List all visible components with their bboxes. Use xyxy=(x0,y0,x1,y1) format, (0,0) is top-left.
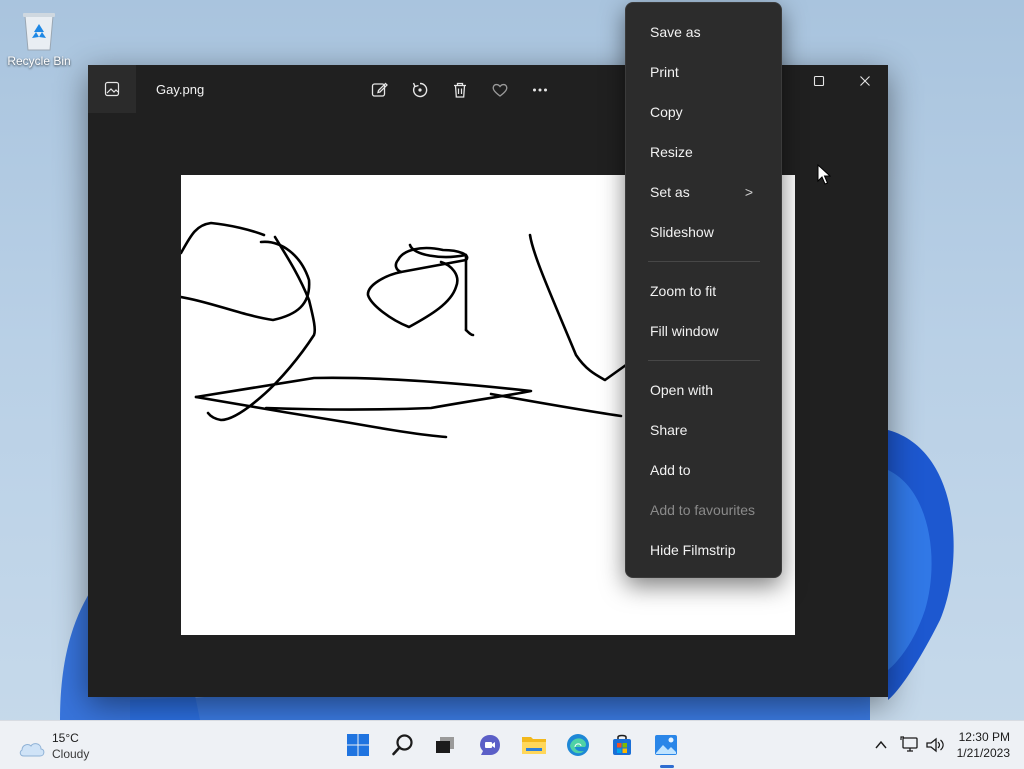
file-name: Gay.png xyxy=(156,82,205,97)
heart-icon xyxy=(492,83,508,97)
menu-item-label: Add to favourites xyxy=(650,502,756,518)
recycle-bin-icon xyxy=(23,13,55,51)
menu-item-label: Set as xyxy=(650,184,690,200)
menu-item-add-to-favourites: Add to favourites xyxy=(626,492,781,528)
task-view-icon xyxy=(436,737,454,753)
menu-item-label: Open with xyxy=(650,382,714,398)
start-icon xyxy=(347,734,369,756)
menu-item-fill-window[interactable]: Fill window xyxy=(626,313,781,349)
volume-icon[interactable] xyxy=(925,736,945,754)
clock-date: 1/21/2023 xyxy=(956,746,1010,760)
menu-item-slideshow[interactable]: Slideshow xyxy=(626,214,781,250)
chevron-up-icon[interactable] xyxy=(874,738,888,752)
weather-widget[interactable]: 15°C Cloudy xyxy=(18,731,118,763)
weather-condition: Cloudy xyxy=(52,747,90,761)
start-button[interactable] xyxy=(343,730,373,760)
rotate-icon xyxy=(412,82,428,98)
chat-icon xyxy=(480,735,500,755)
trash-icon xyxy=(454,82,466,98)
file-explorer-icon xyxy=(522,737,546,754)
recycle-bin-label: Recycle Bin xyxy=(7,54,71,68)
menu-item-label: Zoom to fit xyxy=(650,283,717,299)
chevron-right-icon: > xyxy=(744,184,753,200)
menu-item-copy[interactable]: Copy xyxy=(626,94,781,130)
maximize-icon xyxy=(813,75,825,87)
close-icon xyxy=(860,76,870,86)
menu-item-share[interactable]: Share xyxy=(626,412,781,448)
store-icon xyxy=(613,734,631,755)
taskbar: 15°C Cloudy 12:30 PM 1/21/2023 xyxy=(0,720,1024,769)
rotate-button[interactable] xyxy=(407,77,433,103)
menu-item-label: Add to xyxy=(650,462,691,478)
close-button[interactable] xyxy=(842,69,888,93)
menu-item-label: Fill window xyxy=(650,323,719,339)
menu-item-set-as[interactable]: Set as > xyxy=(626,174,781,210)
photos-app-icon[interactable] xyxy=(88,65,136,113)
more-options-button[interactable] xyxy=(527,77,553,103)
menu-item-print[interactable]: Print xyxy=(626,54,781,90)
store-button[interactable] xyxy=(607,730,637,760)
menu-item-label: Print xyxy=(650,64,679,80)
menu-item-label: Resize xyxy=(650,144,693,160)
context-menu: Save as Print Copy Resize Set as > Slide… xyxy=(625,2,782,578)
menu-separator xyxy=(648,360,760,361)
favourite-button[interactable] xyxy=(487,77,513,103)
file-explorer-button[interactable] xyxy=(519,730,549,760)
menu-item-open-with[interactable]: Open with xyxy=(626,372,781,408)
menu-item-label: Hide Filmstrip xyxy=(650,542,736,558)
clock[interactable]: 12:30 PM 1/21/2023 xyxy=(957,729,1010,761)
menu-item-label: Slideshow xyxy=(650,224,714,240)
photos-button[interactable] xyxy=(651,730,681,760)
maximize-button[interactable] xyxy=(796,69,842,93)
menu-item-label: Copy xyxy=(650,104,683,120)
desktop-icon-recycle-bin[interactable]: Recycle Bin xyxy=(6,8,72,68)
search-icon xyxy=(392,734,413,756)
cloud-icon xyxy=(19,743,45,757)
menu-item-resize[interactable]: Resize xyxy=(626,134,781,170)
weather-temp: 15°C xyxy=(52,731,79,745)
edge-icon xyxy=(567,734,589,756)
network-icon[interactable] xyxy=(900,736,920,754)
delete-button[interactable] xyxy=(447,77,473,103)
menu-item-save-as[interactable]: Save as xyxy=(626,14,781,50)
chat-button[interactable] xyxy=(475,730,505,760)
menu-item-add-to[interactable]: Add to xyxy=(626,452,781,488)
mouse-cursor-icon xyxy=(817,164,831,185)
ellipsis-icon xyxy=(533,88,547,92)
photos-icon xyxy=(655,735,677,755)
menu-item-hide-filmstrip[interactable]: Hide Filmstrip xyxy=(626,532,781,568)
image-icon xyxy=(104,81,120,97)
menu-separator xyxy=(648,261,760,262)
task-view-button[interactable] xyxy=(430,730,460,760)
clock-time: 12:30 PM xyxy=(958,730,1010,744)
menu-item-label: Save as xyxy=(650,24,701,40)
search-button[interactable] xyxy=(388,730,418,760)
edit-image-button[interactable] xyxy=(367,77,393,103)
edge-button[interactable] xyxy=(563,730,593,760)
menu-item-zoom-to-fit[interactable]: Zoom to fit xyxy=(626,273,781,309)
menu-item-label: Share xyxy=(650,422,688,438)
edit-image-icon xyxy=(371,82,388,97)
